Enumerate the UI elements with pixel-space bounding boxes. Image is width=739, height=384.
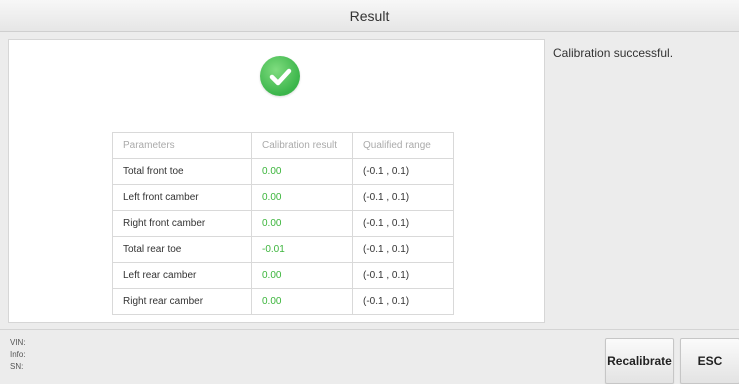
table-row: Right front camber 0.00 (-0.1 , 0.1) [112,210,454,237]
status-message: Calibration successful. [553,46,674,60]
results-table: Parameters Calibration result Qualified … [112,132,454,315]
result-cell: 0.00 [251,262,353,289]
table-header-row: Parameters Calibration result Qualified … [112,132,454,159]
table-row: Total front toe 0.00 (-0.1 , 0.1) [112,158,454,185]
range-cell: (-0.1 , 0.1) [352,184,454,211]
info-label: Info: [10,350,26,359]
header-qualified-range: Qualified range [352,132,454,159]
table-row: Total rear toe -0.01 (-0.1 , 0.1) [112,236,454,263]
esc-button[interactable]: ESC [680,338,739,384]
range-cell: (-0.1 , 0.1) [352,210,454,237]
title-bar: Result [0,0,739,32]
vehicle-info: VIN: Info: SN: [10,337,26,373]
parameter-cell: Left front camber [112,184,252,211]
result-cell: 0.00 [251,184,353,211]
parameter-cell: Right rear camber [112,288,252,315]
parameter-cell: Left rear camber [112,262,252,289]
window-title: Result [349,7,390,24]
header-calibration-result: Calibration result [251,132,353,159]
table-row: Left rear camber 0.00 (-0.1 , 0.1) [112,262,454,289]
result-panel: Parameters Calibration result Qualified … [8,39,545,323]
vin-label: VIN: [10,338,26,347]
range-cell: (-0.1 , 0.1) [352,262,454,289]
result-cell: 0.00 [251,288,353,315]
range-cell: (-0.1 , 0.1) [352,158,454,185]
header-parameters: Parameters [112,132,252,159]
parameter-cell: Right front camber [112,210,252,237]
sn-label: SN: [10,362,24,371]
result-cell: -0.01 [251,236,353,263]
result-cell: 0.00 [251,210,353,237]
parameter-cell: Total front toe [112,158,252,185]
check-circle-icon [260,56,300,96]
range-cell: (-0.1 , 0.1) [352,236,454,263]
parameter-cell: Total rear toe [112,236,252,263]
table-row: Right rear camber 0.00 (-0.1 , 0.1) [112,288,454,315]
recalibrate-button[interactable]: Recalibrate [605,338,674,384]
footer-bar: VIN: Info: SN: Recalibrate ESC [0,329,739,384]
table-row: Left front camber 0.00 (-0.1 , 0.1) [112,184,454,211]
range-cell: (-0.1 , 0.1) [352,288,454,315]
result-cell: 0.00 [251,158,353,185]
